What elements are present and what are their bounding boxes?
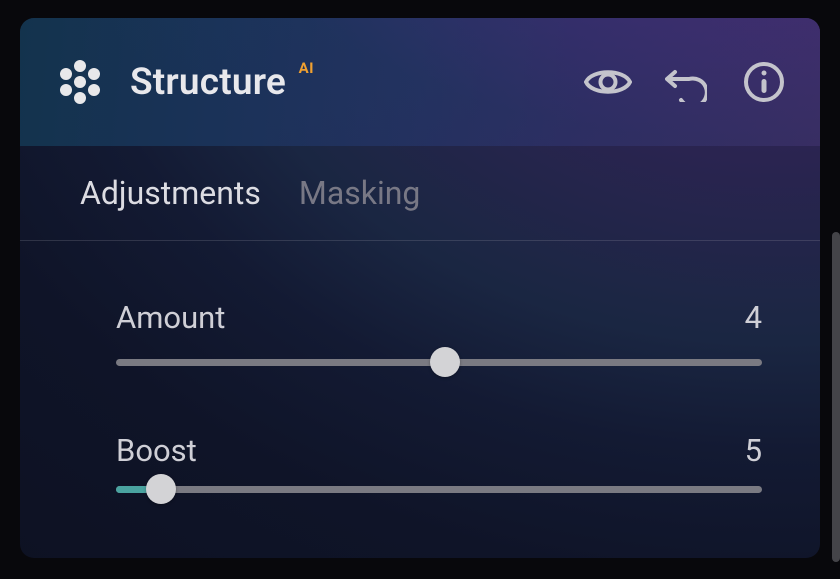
tab-adjustments[interactable]: Adjustments: [80, 174, 261, 212]
panel-title-text: Structure: [130, 61, 286, 104]
info-button[interactable]: [742, 60, 786, 104]
reset-button[interactable]: [664, 60, 708, 104]
undo-icon: [665, 62, 707, 102]
structure-panel: Structure AI: [20, 18, 820, 558]
vertical-scrollbar[interactable]: [832, 232, 840, 562]
info-icon: [743, 61, 785, 103]
panel-body: Amount 4 Boost 5: [20, 241, 820, 505]
ai-badge: AI: [299, 59, 314, 77]
amount-label: Amount: [116, 299, 225, 336]
tab-masking[interactable]: Masking: [299, 174, 421, 212]
title-wrap: Structure AI: [58, 60, 586, 104]
amount-thumb[interactable]: [430, 347, 460, 377]
amount-slider[interactable]: [116, 346, 762, 378]
amount-value[interactable]: 4: [745, 299, 762, 336]
boost-thumb[interactable]: [146, 474, 176, 504]
tab-bar: Adjustments Masking: [20, 146, 820, 241]
boost-slider[interactable]: [116, 473, 762, 505]
boost-slider-group: Boost 5: [116, 432, 762, 505]
visibility-toggle-button[interactable]: [586, 60, 630, 104]
boost-value[interactable]: 5: [745, 432, 762, 469]
panel-title: Structure AI: [130, 61, 286, 104]
boost-slider-header: Boost 5: [116, 432, 762, 469]
boost-track: [116, 486, 762, 493]
eye-icon: [584, 65, 632, 99]
structure-tool-icon: [58, 60, 102, 104]
amount-slider-group: Amount 4: [116, 299, 762, 378]
panel-header: Structure AI: [20, 18, 820, 146]
boost-fill: [116, 486, 148, 493]
header-actions: [586, 60, 786, 104]
boost-label: Boost: [116, 432, 197, 469]
app-frame: Structure AI: [0, 0, 840, 579]
amount-slider-header: Amount 4: [116, 299, 762, 336]
